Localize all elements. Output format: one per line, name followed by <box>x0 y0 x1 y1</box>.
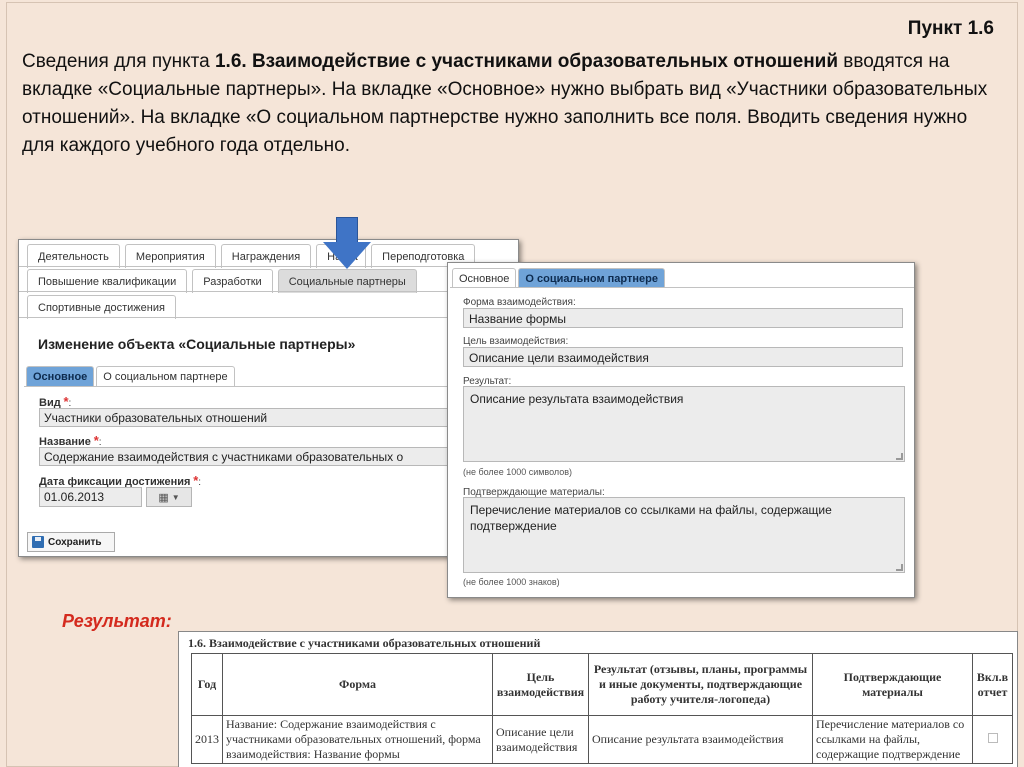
date-input[interactable]: 01.06.2013 <box>39 487 142 507</box>
edit-object-panel: Деятельность Мероприятия Награждения Нау… <box>18 239 519 557</box>
date-label: Дата фиксации достижения *: <box>39 473 202 488</box>
right-tabs-line <box>450 287 914 288</box>
subtabs-line <box>24 386 518 387</box>
cell-materials: Перечисление материалов со ссылками на ф… <box>812 715 973 764</box>
tab-povyshenie-kvalifikatsii[interactable]: Повышение квалификации <box>27 269 188 293</box>
intro-text: Сведения для пункта 1.6. Взаимодействие … <box>22 48 997 160</box>
result-hint: (не более 1000 символов) <box>463 467 573 477</box>
resize-grip-icon[interactable] <box>896 564 903 571</box>
tab-row-2: Повышение квалификации Разработки Социал… <box>27 269 422 293</box>
cell-include <box>972 715 1013 764</box>
tab-row-3: Спортивные достижения <box>27 295 181 319</box>
subtab-osnovnoe[interactable]: Основное <box>26 366 95 386</box>
report-title: 1.6. Взаимодействие с участниками образо… <box>188 636 541 650</box>
result-heading: Результат: <box>62 611 172 631</box>
col-goal: Цель взаимодействия <box>492 653 589 716</box>
col-materials: Подтверждающие материалы <box>812 653 973 716</box>
right-tab-osnovnoe[interactable]: Основное <box>452 268 517 288</box>
name-input[interactable]: Содержание взаимодействия с участниками … <box>39 447 449 466</box>
tab-meropriyatiya[interactable]: Мероприятия <box>124 244 216 268</box>
tab-row-1: Деятельность Мероприятия Награждения Нау… <box>27 244 480 268</box>
form-input[interactable]: Название формы <box>463 308 903 328</box>
col-include: Вкл.в отчет <box>972 653 1013 716</box>
report-header-row: Год Форма Цель взаимодействия Результат … <box>191 653 1013 716</box>
name-label: Название *: <box>39 433 102 448</box>
checkbox-icon[interactable] <box>987 733 998 743</box>
save-button[interactable]: Сохранить <box>27 532 115 552</box>
tab-deyatelnost[interactable]: Деятельность <box>27 244 120 268</box>
tab-socialnye-partnery[interactable]: Социальные партнеры <box>277 269 417 293</box>
report-table: Год Форма Цель взаимодействия Результат … <box>191 653 1013 764</box>
point-title: Пункт 1.6 <box>907 18 994 39</box>
tab-row-1-line <box>19 266 518 267</box>
intro-part-1: Сведения для пункта <box>22 51 215 72</box>
subtab-o-socialnom-partnere[interactable]: О социальном партнере <box>96 366 235 386</box>
right-tab-o-socialnom-partnere[interactable]: О социальном партнере <box>518 268 665 288</box>
right-tabs: Основное О социальном партнере <box>452 268 670 288</box>
down-arrow-icon <box>336 217 358 243</box>
partner-details-panel: Основное О социальном партнере Форма вза… <box>447 262 915 598</box>
result-textarea[interactable]: Описание результата взаимодействия <box>463 386 905 462</box>
save-label: Сохранить <box>48 536 102 548</box>
materials-textarea[interactable]: Перечисление материалов со ссылками на ф… <box>463 497 905 573</box>
cell-form: Название: Содержание взаимодействия с уч… <box>222 715 493 764</box>
vid-select[interactable]: Участники образовательных отношений <box>39 408 449 427</box>
goal-label: Цель взаимодействия: <box>463 336 569 347</box>
calendar-button[interactable]: ▦ ▼ <box>146 487 192 507</box>
col-form: Форма <box>222 653 493 716</box>
tab-sportivnye-dostizheniya[interactable]: Спортивные достижения <box>27 295 176 319</box>
chevron-down-icon: ▼ <box>171 492 180 502</box>
cell-goal: Описание цели взаимодействия <box>492 715 589 764</box>
tab-row-3-line <box>19 317 518 318</box>
cell-result: Описание результата взаимодействия <box>588 715 813 764</box>
report-screenshot: 1.6. Взаимодействие с участниками образо… <box>178 631 1018 767</box>
tab-nagrazhdeniya[interactable]: Награждения <box>220 244 312 268</box>
intro-bold: 1.6. Взаимодействие с участниками образо… <box>214 51 839 72</box>
cell-year: 2013 <box>191 715 223 764</box>
save-icon <box>32 536 44 548</box>
col-result: Результат (отзывы, планы, программы и ин… <box>588 653 813 716</box>
object-title: Изменение объекта «Социальные партнеры» <box>38 336 356 352</box>
resize-grip-icon[interactable] <box>896 453 903 460</box>
tab-row-2-line <box>19 291 518 292</box>
goal-input[interactable]: Описание цели взаимодействия <box>463 347 903 367</box>
form-label: Форма взаимодействия: <box>463 297 576 308</box>
down-arrow-head <box>323 242 371 269</box>
col-year: Год <box>191 653 223 716</box>
vid-label: Вид *: <box>39 394 72 409</box>
table-row: 2013 Название: Содержание взаимодействия… <box>191 715 1013 764</box>
materials-hint: (не более 1000 знаков) <box>463 577 560 587</box>
calendar-icon: ▦ <box>158 491 169 504</box>
subtabs: Основное О социальном партнере <box>26 366 240 386</box>
tab-razrabotki[interactable]: Разработки <box>192 269 273 293</box>
